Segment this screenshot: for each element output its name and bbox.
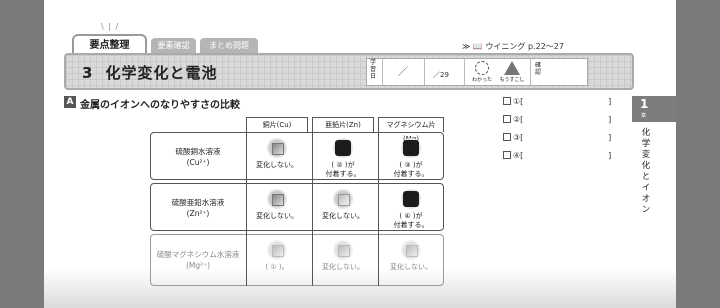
- divider: [530, 59, 531, 85]
- checkbox-icon: [503, 97, 511, 105]
- answer-field-2[interactable]: ②[]: [503, 115, 611, 124]
- cell-zn-in-cuso4[interactable]: ( ② )が 付着する。: [312, 138, 374, 179]
- column-header-mg: マグネシウム片(Mg): [378, 117, 444, 143]
- dashed-circle-icon: [475, 61, 489, 75]
- section-marker: A: [64, 96, 76, 108]
- answer-field-4[interactable]: ④[]: [503, 151, 611, 160]
- reference-link[interactable]: ≫ 📖 ウイニング p.22〜27: [462, 41, 564, 52]
- cell-mg-in-znso4[interactable]: ( ④ )が 付着する。: [380, 189, 442, 230]
- understood-checkbox[interactable]: わかった: [470, 61, 494, 83]
- tab-youso-kakunin[interactable]: 要素確認: [151, 38, 196, 53]
- sparkle-decoration: \ | /: [101, 22, 120, 31]
- reference-label: ウイニング p.22〜27: [485, 42, 564, 51]
- copper-plate-icon: [267, 189, 287, 209]
- study-date-label: 学習日: [370, 59, 377, 80]
- chapter-title-text: 化学変化と電池: [105, 64, 218, 82]
- cell-cu-in-cuso4: 変化しない。: [246, 138, 308, 170]
- row-label-zinc-sulfate: 硫酸亜鉛水溶液 (Zn²⁺): [171, 198, 225, 218]
- copper-plate-icon: [267, 240, 287, 260]
- cell-cu-in-mgso4[interactable]: ( ① )。: [246, 240, 308, 272]
- tab-youten-seiri[interactable]: 要点整理: [72, 34, 147, 53]
- chapter-side-tab[interactable]: 1 章: [632, 96, 676, 122]
- coated-plate-icon: [401, 189, 421, 209]
- side-chapter-title: 化学変化とイオン: [641, 128, 651, 215]
- triangle-icon: [504, 61, 520, 75]
- chapter-title: 3 化学変化と電池: [82, 62, 217, 83]
- score-field[interactable]: ／29: [433, 70, 449, 80]
- side-chapter-label: 章: [641, 113, 647, 119]
- zinc-plate-icon: [333, 189, 353, 209]
- column-divider: [378, 132, 379, 286]
- coated-plate-icon: [333, 138, 353, 158]
- chapter-number: 3: [82, 64, 94, 82]
- answer-field-1[interactable]: ①[]: [503, 97, 611, 106]
- understood-label: わかった: [471, 77, 492, 83]
- tab-matome-mondai[interactable]: まとめ問題: [200, 38, 258, 53]
- almost-label: もうすこし: [499, 77, 525, 83]
- copper-plate-icon: [267, 138, 287, 158]
- almost-checkbox[interactable]: もうすこし: [498, 61, 526, 83]
- row-label-magnesium-sulfate: 硫酸マグネシウム水溶液 (Mg²⁺): [156, 250, 240, 270]
- cell-zn-in-mgso4: 変化しない。: [312, 240, 374, 272]
- chevron-icon: ≫: [462, 42, 471, 51]
- side-chapter-number: 1: [640, 97, 649, 111]
- confirm-label: 確認: [535, 62, 542, 76]
- column-header-zn: 亜鉛片(Zn): [312, 117, 374, 132]
- magnesium-plate-icon: [401, 240, 421, 260]
- column-header-cu: 銅片(Cu): [246, 117, 308, 132]
- divider: [382, 59, 383, 85]
- checkbox-icon: [503, 151, 511, 159]
- checkbox-icon: [503, 115, 511, 123]
- cell-zn-in-znso4: 変化しない。: [312, 189, 374, 221]
- divider: [464, 59, 465, 85]
- study-date-field[interactable]: ／: [398, 63, 408, 78]
- section-title: 金属のイオンへのなりやすさの比較: [80, 100, 240, 111]
- row-label-copper-sulfate: 硫酸銅水溶液 (Cu²⁺): [175, 147, 221, 167]
- checkbox-icon: [503, 133, 511, 141]
- book-icon: 📖: [472, 42, 483, 51]
- answer-field-3[interactable]: ③[]: [503, 133, 611, 142]
- coated-plate-icon: [401, 138, 421, 158]
- cell-mg-in-cuso4[interactable]: ( ③ )が 付着する。: [380, 138, 442, 179]
- cell-cu-in-znso4: 変化しない。: [246, 189, 308, 221]
- cell-mg-in-mgso4: 変化しない。: [380, 240, 442, 272]
- zinc-plate-icon: [333, 240, 353, 260]
- divider: [424, 59, 425, 85]
